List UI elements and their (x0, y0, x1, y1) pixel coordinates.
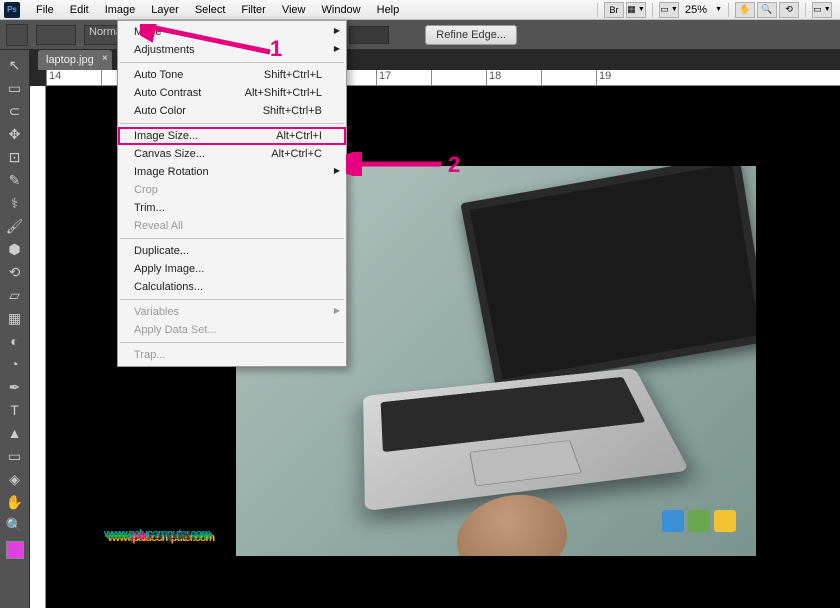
tool-crop[interactable]: ⊡ (4, 146, 26, 168)
menu-item-adjustments[interactable]: Adjustments▶ (118, 41, 346, 59)
tool-quick-select[interactable]: ✥ (4, 123, 26, 145)
arrange-button[interactable]: ▭▼ (659, 2, 679, 18)
menu-item-auto-tone[interactable]: Auto ToneShift+Ctrl+L (118, 66, 346, 84)
menu-filter[interactable]: Filter (233, 2, 273, 18)
tool-gradient[interactable]: ▦ (4, 307, 26, 329)
menu-item-auto-contrast[interactable]: Auto ContrastAlt+Shift+Ctrl+L (118, 84, 346, 102)
tool-panel: ↖ ▭ ⊂ ✥ ⊡ ✎ ⚕ 🖌 ⬢ ⟲ ▱ ▦ ◐ ◔ ✒ T ▲ ▭ ◈ ✋ … (0, 50, 30, 608)
menubar: Ps File Edit Image Layer Select Filter V… (0, 0, 840, 20)
image-dropdown-menu: Mode▶Adjustments▶Auto ToneShift+Ctrl+LAu… (117, 20, 347, 367)
annotation-number-1: 1 (270, 36, 282, 62)
menu-item-trap: Trap... (118, 346, 346, 364)
app-icon: Ps (4, 2, 20, 18)
laptop-screen (460, 166, 756, 389)
laptop-trackpad (469, 440, 582, 486)
topright-controls: Br ▦▼ ▭▼ 25%▼ ✋ 🔍 ⟲ ▭▼ (593, 2, 840, 18)
document-tab[interactable]: laptop.jpg × (38, 50, 112, 70)
menu-item-crop: Crop (118, 181, 346, 199)
zoom-level[interactable]: 25% (681, 4, 711, 16)
laptop-body (363, 368, 689, 511)
active-tool-icon[interactable] (6, 24, 28, 46)
tool-move[interactable]: ↖ (4, 54, 26, 76)
menu-item-apply-image[interactable]: Apply Image... (118, 260, 346, 278)
menu-item-calculations[interactable]: Calculations... (118, 278, 346, 296)
close-tab-icon[interactable]: × (102, 53, 108, 64)
menu-view[interactable]: View (274, 2, 314, 18)
zoom-tool-button[interactable]: 🔍 (757, 2, 777, 18)
rotate-view-button[interactable]: ⟲ (779, 2, 799, 18)
bridge-button[interactable]: Br (604, 2, 624, 18)
menu-item-duplicate[interactable]: Duplicate... (118, 242, 346, 260)
laptop-stickers (662, 510, 736, 532)
tool-3d[interactable]: ◈ (4, 468, 26, 490)
tool-hand[interactable]: ✋ (4, 491, 26, 513)
tool-stamp[interactable]: ⬢ (4, 238, 26, 260)
refine-edge-button[interactable]: Refine Edge... (425, 25, 517, 45)
tool-blur[interactable]: ◐ (4, 330, 26, 352)
tool-history-brush[interactable]: ⟲ (4, 261, 26, 283)
foreground-color-swatch[interactable] (6, 541, 24, 559)
menu-item-canvas-size[interactable]: Canvas Size...Alt+Ctrl+C (118, 145, 346, 163)
screen-mode-button[interactable]: ▭▼ (812, 2, 832, 18)
menu-item-image-size[interactable]: Image Size...Alt+Ctrl+I (118, 127, 346, 145)
height-input[interactable] (349, 26, 389, 44)
menu-item-apply-data-set: Apply Data Set... (118, 321, 346, 339)
minibridge-button[interactable]: ▦▼ (626, 2, 646, 18)
document-tab-title: laptop.jpg (46, 54, 94, 66)
tool-dodge[interactable]: ◔ (4, 353, 26, 375)
menu-file[interactable]: File (28, 2, 62, 18)
tool-zoom[interactable]: 🔍 (4, 514, 26, 536)
tool-brush[interactable]: 🖌 (4, 215, 26, 237)
menu-window[interactable]: Window (314, 2, 369, 18)
tool-lasso[interactable]: ⊂ (4, 100, 26, 122)
tool-healing[interactable]: ⚕ (4, 192, 26, 214)
tool-pen[interactable]: ✒ (4, 376, 26, 398)
laptop-keyboard (381, 377, 646, 452)
menu-help[interactable]: Help (369, 2, 408, 18)
menu-layer[interactable]: Layer (143, 2, 187, 18)
tool-eyedropper[interactable]: ✎ (4, 169, 26, 191)
tool-path-select[interactable]: ▲ (4, 422, 26, 444)
watermark: www.palucomputer.com (106, 509, 212, 548)
menu-edit[interactable]: Edit (62, 2, 97, 18)
tool-type[interactable]: T (4, 399, 26, 421)
menu-item-variables: Variables▶ (118, 303, 346, 321)
tool-shape[interactable]: ▭ (4, 445, 26, 467)
menu-item-image-rotation[interactable]: Image Rotation▶ (118, 163, 346, 181)
menu-image[interactable]: Image (97, 2, 144, 18)
ruler-vertical (30, 86, 46, 608)
menu-item-trim[interactable]: Trim... (118, 199, 346, 217)
tool-marquee[interactable]: ▭ (4, 77, 26, 99)
menu-item-auto-color[interactable]: Auto ColorShift+Ctrl+B (118, 102, 346, 120)
menu-select[interactable]: Select (187, 2, 234, 18)
selection-mode-group[interactable] (36, 25, 76, 45)
annotation-number-2: 2 (448, 152, 460, 178)
hand-tool-button[interactable]: ✋ (735, 2, 755, 18)
menu-item-mode[interactable]: Mode▶ (118, 23, 346, 41)
tool-eraser[interactable]: ▱ (4, 284, 26, 306)
menu-item-reveal-all: Reveal All (118, 217, 346, 235)
